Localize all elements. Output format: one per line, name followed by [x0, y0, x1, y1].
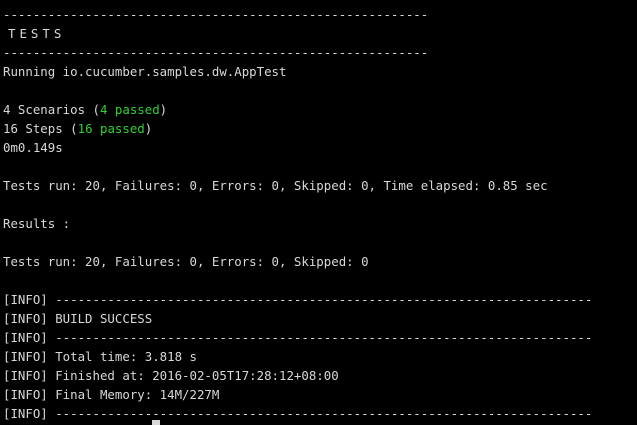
cursor: [152, 420, 160, 425]
total-time-line: [INFO] Total time: 3.818 s: [3, 349, 197, 364]
divider-line: ----------------------------------------…: [3, 45, 429, 60]
final-memory-line: [INFO] Final Memory: 14M/227M: [3, 387, 220, 402]
scenarios-passed: 4 passed: [99, 102, 160, 117]
build-success-line: [INFO] BUILD SUCCESS: [3, 311, 153, 326]
steps-prefix: 16 Steps (: [3, 121, 78, 136]
scenarios-suffix: ): [159, 102, 168, 117]
results-label: Results :: [3, 216, 71, 231]
tests-heading: TESTS: [8, 26, 66, 41]
duration-line: 0m0.149s: [3, 140, 63, 155]
scenarios-summary: 4 Scenarios (4 passed): [0, 100, 637, 119]
tests-run-summary-line: Tests run: 20, Failures: 0, Errors: 0, S…: [3, 254, 369, 269]
steps-summary: 16 Steps (16 passed): [0, 119, 637, 138]
tests-run-line: Tests run: 20, Failures: 0, Errors: 0, S…: [3, 178, 548, 193]
finished-at-line: [INFO] Finished at: 2016-02-05T17:28:12+…: [3, 368, 339, 383]
info-divider-line: [INFO] ---------------------------------…: [3, 330, 593, 345]
terminal-window[interactable]: ----------------------------------------…: [0, 0, 637, 425]
running-test-line: Running io.cucumber.samples.dw.AppTest: [3, 64, 287, 79]
steps-suffix: ): [144, 121, 153, 136]
steps-passed: 16 passed: [77, 121, 145, 136]
info-divider-line: [INFO] ---------------------------------…: [3, 292, 593, 307]
scenarios-prefix: 4 Scenarios (: [3, 102, 100, 117]
divider-line: ----------------------------------------…: [3, 7, 429, 22]
info-divider-line: [INFO] ---------------------------------…: [3, 406, 593, 421]
